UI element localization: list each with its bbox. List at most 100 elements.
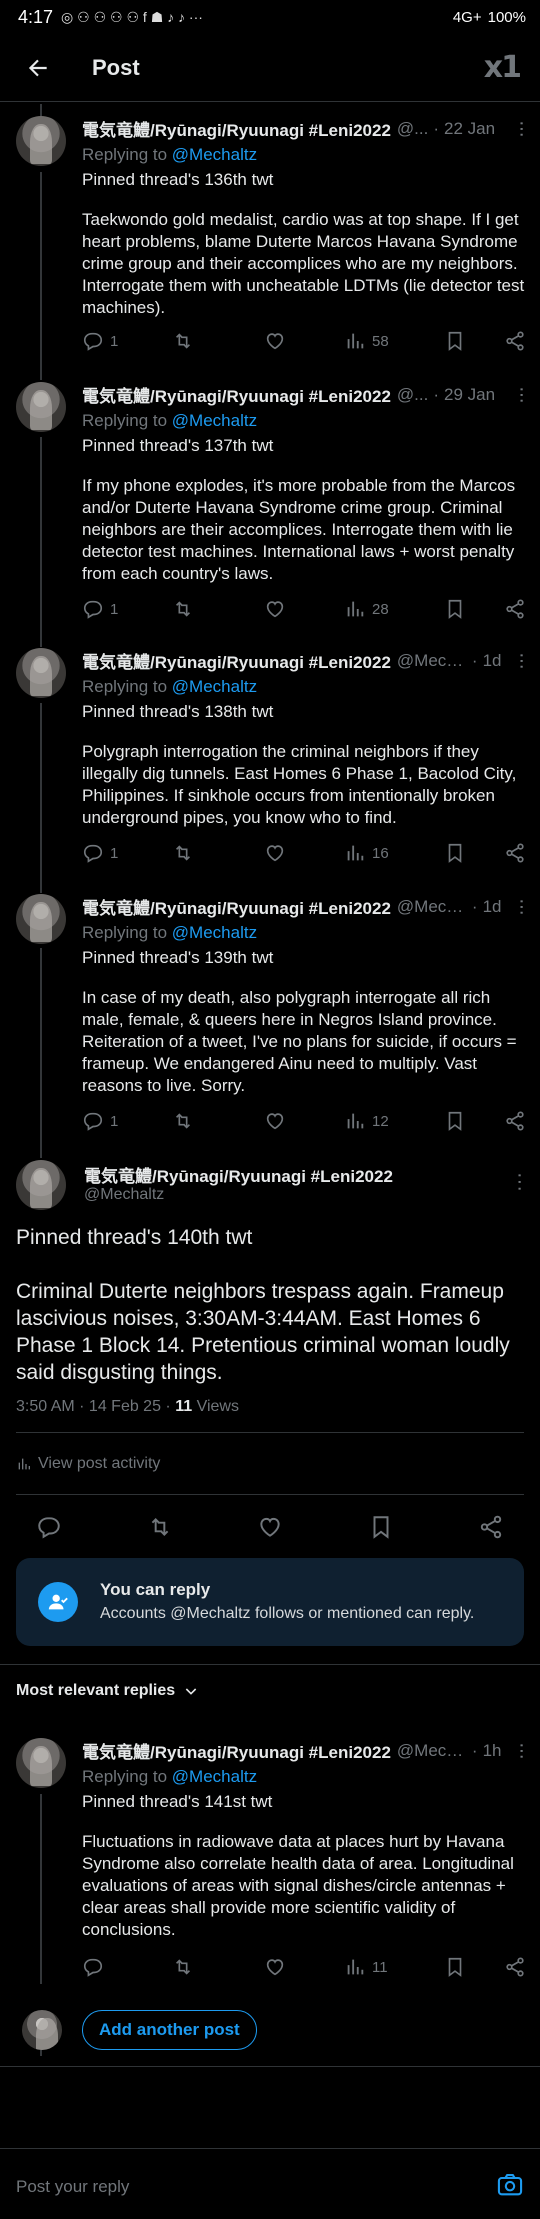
views-button[interactable]: 58 [344,330,444,352]
share-button[interactable] [504,842,526,864]
app-logo[interactable]: x1 [484,50,522,85]
share-button[interactable] [504,330,526,352]
thread-connector [40,437,42,647]
camera-button[interactable] [496,2171,524,2204]
separator-dot: · [471,1740,478,1760]
separator-dot: · [433,384,440,404]
author-handle[interactable]: @Mechaltz [84,1186,164,1204]
separator-dot: · [471,896,478,916]
author-name[interactable]: 電気竜鱧/Ryūnagi/Ryuunagi #Leni2022 [82,1738,391,1763]
sort-replies-dropdown[interactable]: Most relevant replies [16,1682,199,1700]
bookmark-button[interactable] [368,1514,394,1545]
more-options-icon[interactable]: ··· [511,120,533,137]
replying-to: Replying to @Mechaltz [82,1767,526,1787]
repost-button[interactable] [172,330,264,352]
repost-icon [151,1518,168,1536]
like-button[interactable] [264,842,344,864]
replying-to: Replying to @Mechaltz [82,677,526,697]
bookmark-button[interactable] [444,598,488,620]
bookmark-button[interactable] [444,330,488,352]
reply-button[interactable]: 1 [82,330,172,352]
reply-input[interactable]: Post your reply [16,2177,129,2197]
views-button[interactable]: 11 [344,1956,444,1978]
share-button[interactable] [504,1110,526,1132]
share-icon [506,599,524,619]
share-button[interactable] [504,598,526,620]
reply-button[interactable] [36,1514,62,1545]
views-count: 28 [372,600,389,618]
divider [16,1494,524,1495]
thread-connector [40,1794,42,1984]
avatar[interactable] [16,894,66,944]
mention-link[interactable]: @Mechaltz [172,677,257,696]
bookmark-button[interactable] [444,1110,488,1132]
reply-button[interactable]: 1 [82,598,172,620]
author-name[interactable]: 電気竜鱧/Ryūnagi/Ryuunagi #Leni2022 [82,648,391,673]
separator-dot: · [433,118,440,138]
avatar[interactable] [16,1738,66,1788]
author-name[interactable]: 電気竜鱧/Ryūnagi/Ryuunagi #Leni2022 [82,382,391,407]
repost-icon [175,601,191,617]
more-options-icon[interactable]: ··· [511,1742,533,1759]
views-button[interactable]: 28 [344,598,444,620]
more-options-icon[interactable]: ··· [511,898,533,915]
views-count: 16 [372,844,389,862]
like-button[interactable] [264,330,344,352]
heart-icon [266,845,284,862]
like-button[interactable] [257,1514,283,1545]
post-title: Pinned thread's 139th twt [82,948,274,967]
avatar[interactable] [16,1160,66,1210]
like-button[interactable] [264,1956,344,1978]
mention-link[interactable]: @Mechaltz [172,1767,257,1786]
more-options-icon[interactable]: ··· [509,1172,531,1192]
heart-icon [266,1113,284,1130]
bookmark-icon [373,1516,388,1539]
replying-to: Replying to @Mechaltz [82,923,526,943]
author-name[interactable]: 電気竜鱧/Ryūnagi/Ryuunagi #Leni2022 [82,116,391,141]
repost-button[interactable] [172,598,264,620]
views-label: Views [192,1398,239,1415]
more-options-icon[interactable]: ··· [511,386,533,403]
post-time: 29 Jan [444,384,496,404]
repost-icon [175,1113,191,1129]
action-bar: 1 58 [82,326,526,356]
repost-button[interactable] [172,842,264,864]
bookmark-button[interactable] [444,842,488,864]
mention-link[interactable]: @Mechaltz [172,923,257,942]
author-handle: @Mech... [396,896,467,916]
thread-connector [40,172,42,380]
author-name[interactable]: 電気竜鱧/Ryūnagi/Ryuunagi #Leni2022 [84,1162,393,1187]
avatar[interactable] [16,648,66,698]
bookmark-icon [448,1957,462,1977]
avatar[interactable] [16,382,66,432]
repost-button[interactable] [172,1956,264,1978]
action-bar: 1 28 [82,594,526,624]
author-name[interactable]: 電気竜鱧/Ryūnagi/Ryuunagi #Leni2022 [82,894,391,919]
view-activity-link[interactable]: View post activity [16,1455,160,1473]
reply-button[interactable]: 1 [82,842,172,864]
repost-button[interactable] [172,1110,264,1132]
add-another-post-button[interactable]: Add another post [82,2010,257,2050]
like-button[interactable] [264,598,344,620]
avatar[interactable] [16,116,66,166]
arrow-left-icon [28,59,47,76]
page-title: Post [92,54,140,80]
more-options-icon[interactable]: ··· [511,652,533,669]
reply-button[interactable]: 1 [82,1110,172,1132]
reply-count: 1 [110,332,119,350]
post-time: 22 Jan [444,118,496,138]
share-button[interactable] [504,1956,526,1978]
mention-link[interactable]: @Mechaltz [172,145,257,164]
bookmark-icon [448,843,462,863]
back-button[interactable] [20,50,56,86]
reply-count: 1 [110,1112,119,1130]
like-button[interactable] [264,1110,344,1132]
bookmark-button[interactable] [444,1956,488,1978]
reply-button[interactable] [82,1956,172,1978]
post-text: Taekwondo gold medalist, cardio was at t… [82,210,525,317]
views-button[interactable]: 12 [344,1110,444,1132]
repost-button[interactable] [147,1514,173,1545]
share-button[interactable] [478,1514,504,1545]
mention-link[interactable]: @Mechaltz [172,411,257,430]
views-button[interactable]: 16 [344,842,444,864]
